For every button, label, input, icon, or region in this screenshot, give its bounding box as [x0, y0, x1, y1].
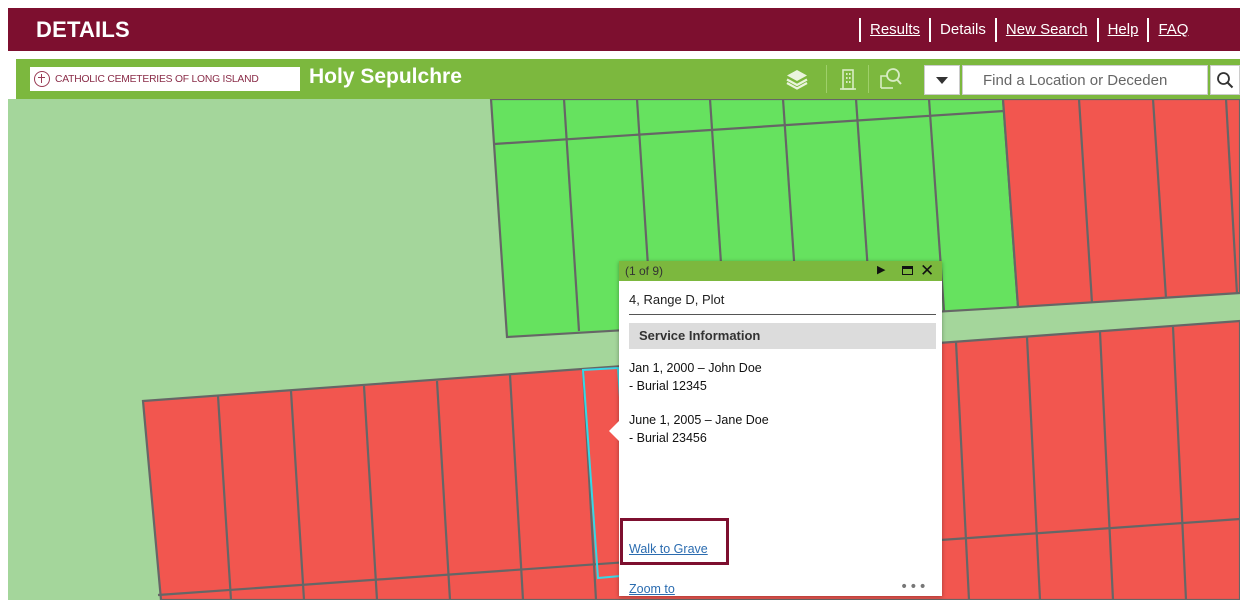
occupied-plot-block[interactable] [1001, 99, 1240, 309]
plot-title: 4, Range D, Plot [629, 292, 725, 307]
top-nav: Results Details New Search Help FAQ [850, 8, 1188, 51]
toolbar-divider [868, 65, 869, 93]
nav-results-link[interactable]: Results [870, 21, 920, 38]
popup-count: (1 of 9) [625, 264, 664, 278]
walk-to-grave-link[interactable]: Walk to Grave [629, 542, 708, 556]
map-toolbar: CATHOLIC CEMETERIES OF LONG ISLAND Holy … [16, 59, 1240, 99]
next-feature-icon[interactable]: ▶ [877, 263, 885, 276]
building-icon[interactable] [835, 66, 861, 92]
search-input[interactable] [962, 65, 1208, 95]
service-info-header: Service Information [629, 323, 936, 349]
maximize-icon[interactable] [902, 266, 913, 275]
logo-text: CATHOLIC CEMETERIES OF LONG ISLAND [55, 73, 259, 85]
nav-divider [859, 17, 861, 42]
search-icon [1217, 72, 1234, 89]
nav-new-search-link[interactable]: New Search [1006, 21, 1088, 38]
plot-info-popup: (1 of 9) ▶ ✕ 4, Range D, Plot Service In… [609, 261, 942, 596]
nav-divider [1147, 17, 1150, 42]
nav-divider [994, 17, 997, 42]
search-button[interactable] [1210, 65, 1240, 95]
service-entry-date-name: June 1, 2005 – Jane Doe [629, 413, 769, 427]
nav-faq-link[interactable]: FAQ [1158, 21, 1188, 38]
nav-details-link[interactable]: Details [940, 21, 986, 38]
toolbar-divider [826, 65, 827, 93]
service-entry-burial: - Burial 12345 [629, 379, 707, 393]
service-entry-date-name: Jan 1, 2000 – John Doe [629, 361, 762, 375]
service-entry: Jan 1, 2000 – John Doe - Burial 12345 [629, 359, 762, 395]
cross-emblem-icon [34, 71, 50, 87]
layers-icon[interactable] [784, 66, 810, 92]
close-icon[interactable]: ✕ [920, 261, 934, 281]
title-divider [629, 314, 936, 315]
service-entry: June 1, 2005 – Jane Doe - Burial 23456 [629, 411, 769, 447]
nav-divider [1096, 17, 1099, 42]
zoom-to-link[interactable]: Zoom to [629, 582, 675, 596]
service-entry-burial: - Burial 23456 [629, 431, 707, 445]
more-options-icon[interactable]: ••• [900, 579, 928, 595]
nav-divider [929, 17, 932, 42]
search-location-icon[interactable] [878, 66, 904, 92]
app-window: DETAILS Results Details New Search Help … [8, 8, 1240, 600]
cemetery-logo[interactable]: CATHOLIC CEMETERIES OF LONG ISLAND [30, 67, 300, 91]
search-source-dropdown[interactable] [924, 65, 960, 95]
cemetery-map[interactable]: (1 of 9) ▶ ✕ 4, Range D, Plot Service In… [8, 99, 1240, 600]
page-title: DETAILS [36, 17, 130, 42]
caret-down-icon [936, 76, 948, 84]
cemetery-name: Holy Sepulchre [309, 65, 462, 88]
nav-help-link[interactable]: Help [1108, 21, 1139, 38]
top-header: DETAILS Results Details New Search Help … [8, 8, 1240, 51]
popup-header: (1 of 9) ▶ ✕ [619, 261, 942, 281]
